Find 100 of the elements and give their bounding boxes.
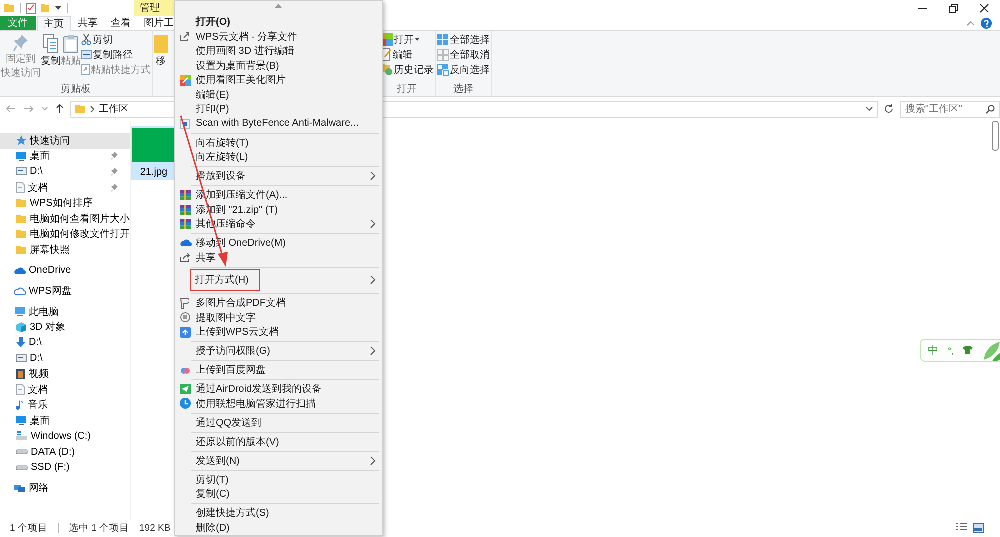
sidebar-item[interactable]: 桌面: [0, 148, 130, 164]
chevron-right-icon: [90, 106, 95, 112]
image-thumbnail: [132, 128, 176, 162]
sidebar-item[interactable]: 文档: [0, 382, 130, 398]
menu-item[interactable]: 创建快捷方式(S): [175, 506, 382, 520]
archive-icon: [180, 190, 191, 200]
cube-icon: [16, 322, 27, 333]
sidebar-item[interactable]: DATA (D:): [0, 444, 130, 460]
menu-item[interactable]: 剪切(T): [175, 472, 382, 487]
status-text: 192 KB: [140, 522, 171, 534]
ribbon-button[interactable]: 全部选择: [437, 33, 490, 46]
archive-icon: [180, 219, 191, 230]
context-tab[interactable]: 管理: [134, 0, 174, 16]
computer-icon: [14, 306, 26, 317]
ribbon-button[interactable]: 移: [154, 33, 168, 96]
menu-item[interactable]: 复制(C): [175, 486, 382, 502]
chevron-right-icon: [370, 275, 376, 286]
menu-item[interactable]: Scan with ByteFence Anti-Malware...: [175, 116, 382, 131]
ribbon-button[interactable]: 反向选择: [437, 63, 490, 76]
sidebar-item[interactable]: D:\: [0, 164, 130, 180]
menu-item[interactable]: 向右旋转(T): [175, 135, 382, 150]
star-icon: [16, 135, 27, 146]
chevron-right-icon: [370, 171, 376, 182]
chevron-right-icon: [370, 456, 376, 466]
status-text: 1 个项目: [10, 522, 48, 534]
pin-icon: [111, 184, 118, 192]
ribbon-button[interactable]: 复制: [41, 33, 61, 82]
sidebar-item[interactable]: WPS如何排序: [0, 195, 130, 211]
menu-item[interactable]: 打开方式(H): [175, 269, 382, 292]
windows-drive-icon: [16, 431, 28, 442]
sidebar-item[interactable]: 音乐: [0, 398, 130, 414]
menu-item[interactable]: 还原以前的版本(V): [175, 434, 382, 449]
menu-item[interactable]: 多图片合成PDF文档: [175, 296, 382, 310]
menu-item[interactable]: 删除(D): [175, 520, 382, 535]
caret-icon: [42, 107, 48, 111]
sidebar-item[interactable]: 屏幕快照: [0, 242, 130, 258]
file-item[interactable]: 21.jpg: [131, 126, 175, 180]
folder-icon: [41, 3, 50, 13]
menu-item[interactable]: 发送到(N): [175, 453, 382, 468]
sidebar-item[interactable]: Windows (C:): [0, 428, 130, 444]
sidebar-item[interactable]: OneDrive: [0, 262, 130, 278]
folder-icon: [16, 214, 27, 224]
punctuation-mode[interactable]: °,: [948, 346, 954, 356]
menu-item[interactable]: 提取图中文字: [175, 310, 382, 325]
up-arrow-icon: [56, 104, 64, 114]
sidebar-item[interactable]: D:\: [0, 350, 130, 366]
ribbon-button[interactable]: 复制路径: [81, 48, 151, 61]
ribbon-button[interactable]: 剪切: [81, 33, 151, 46]
ribbon-tab[interactable]: 主页: [37, 16, 71, 31]
sidebar-item[interactable]: D:\: [0, 335, 130, 351]
clock-icon: [180, 398, 191, 410]
search-field[interactable]: 搜索"工作区": [900, 100, 1000, 118]
pin-icon: [13, 34, 29, 52]
menu-item[interactable]: 通过AirDroid发送到我的设备: [175, 382, 382, 396]
sidebar-item[interactable]: SSD (F:): [0, 460, 130, 476]
menu-item[interactable]: 编辑(E): [175, 88, 382, 102]
network-icon: [14, 483, 26, 494]
cloud-upload-icon: [180, 326, 191, 338]
menu-item[interactable]: WPS云文档 - 分享文件: [175, 30, 382, 44]
select-all-icon: [437, 34, 449, 46]
sidebar-item[interactable]: 网络: [0, 480, 130, 496]
archive-icon: [180, 204, 191, 215]
sidebar-item[interactable]: 3D 对象: [0, 320, 130, 336]
menu-item[interactable]: 上传到WPS云文档: [175, 324, 382, 340]
sidebar-item[interactable]: 文档: [0, 180, 130, 196]
sidebar-item[interactable]: WPS网盘: [0, 283, 130, 299]
folder-icon: [75, 104, 86, 114]
pin-icon: [111, 152, 118, 160]
text-scan-icon: [180, 312, 191, 324]
input-mode[interactable]: 中: [928, 343, 939, 358]
sidebar-item[interactable]: 桌面: [0, 413, 130, 429]
sidebar-item[interactable]: 电脑如何查看图片大小: [0, 210, 130, 227]
file-tab[interactable]: 文件: [0, 16, 36, 30]
sidebar-item[interactable]: 此电脑: [0, 304, 130, 320]
desktop-icon: [16, 152, 27, 161]
menu-item[interactable]: 通过QQ发送到: [175, 415, 382, 430]
copy-icon: [43, 34, 59, 54]
menu-item[interactable]: 授予访问权限(G): [175, 344, 382, 358]
properties-icon: [26, 2, 36, 14]
close-icon: [980, 4, 989, 12]
menu-item[interactable]: 上传到百度网盘: [175, 362, 382, 378]
sidebar-item[interactable]: 快速访问: [0, 133, 130, 149]
menu-item[interactable]: 使用联想电脑管家进行扫描: [175, 396, 382, 411]
restore-icon: [949, 4, 958, 12]
ribbon-tab[interactable]: 查看: [105, 16, 137, 30]
ribbon-button[interactable]: 全部取消: [437, 48, 490, 61]
menu-item[interactable]: 打印(P): [175, 102, 382, 116]
sidebar-item[interactable]: 电脑如何修改文件打开: [0, 226, 130, 242]
thumbnail-view-icon: [973, 523, 984, 533]
refresh-icon: [884, 104, 894, 114]
ribbon-tab[interactable]: 共享: [72, 16, 104, 30]
collapse-icon: [967, 20, 975, 26]
menu-item[interactable]: 使用看图王美化图片: [175, 73, 382, 88]
shortcut-icon: [81, 64, 90, 75]
ime-toolbar[interactable]: 中 °,: [920, 339, 1000, 362]
menu-item[interactable]: 共享: [175, 250, 382, 265]
menu-item[interactable]: 设置为桌面背景(B): [175, 58, 382, 73]
menu-item[interactable]: 使用画图 3D 进行编辑: [175, 44, 382, 58]
menu-item[interactable]: 向左旋转(L): [175, 150, 382, 164]
sidebar-item[interactable]: 视频: [0, 366, 130, 382]
